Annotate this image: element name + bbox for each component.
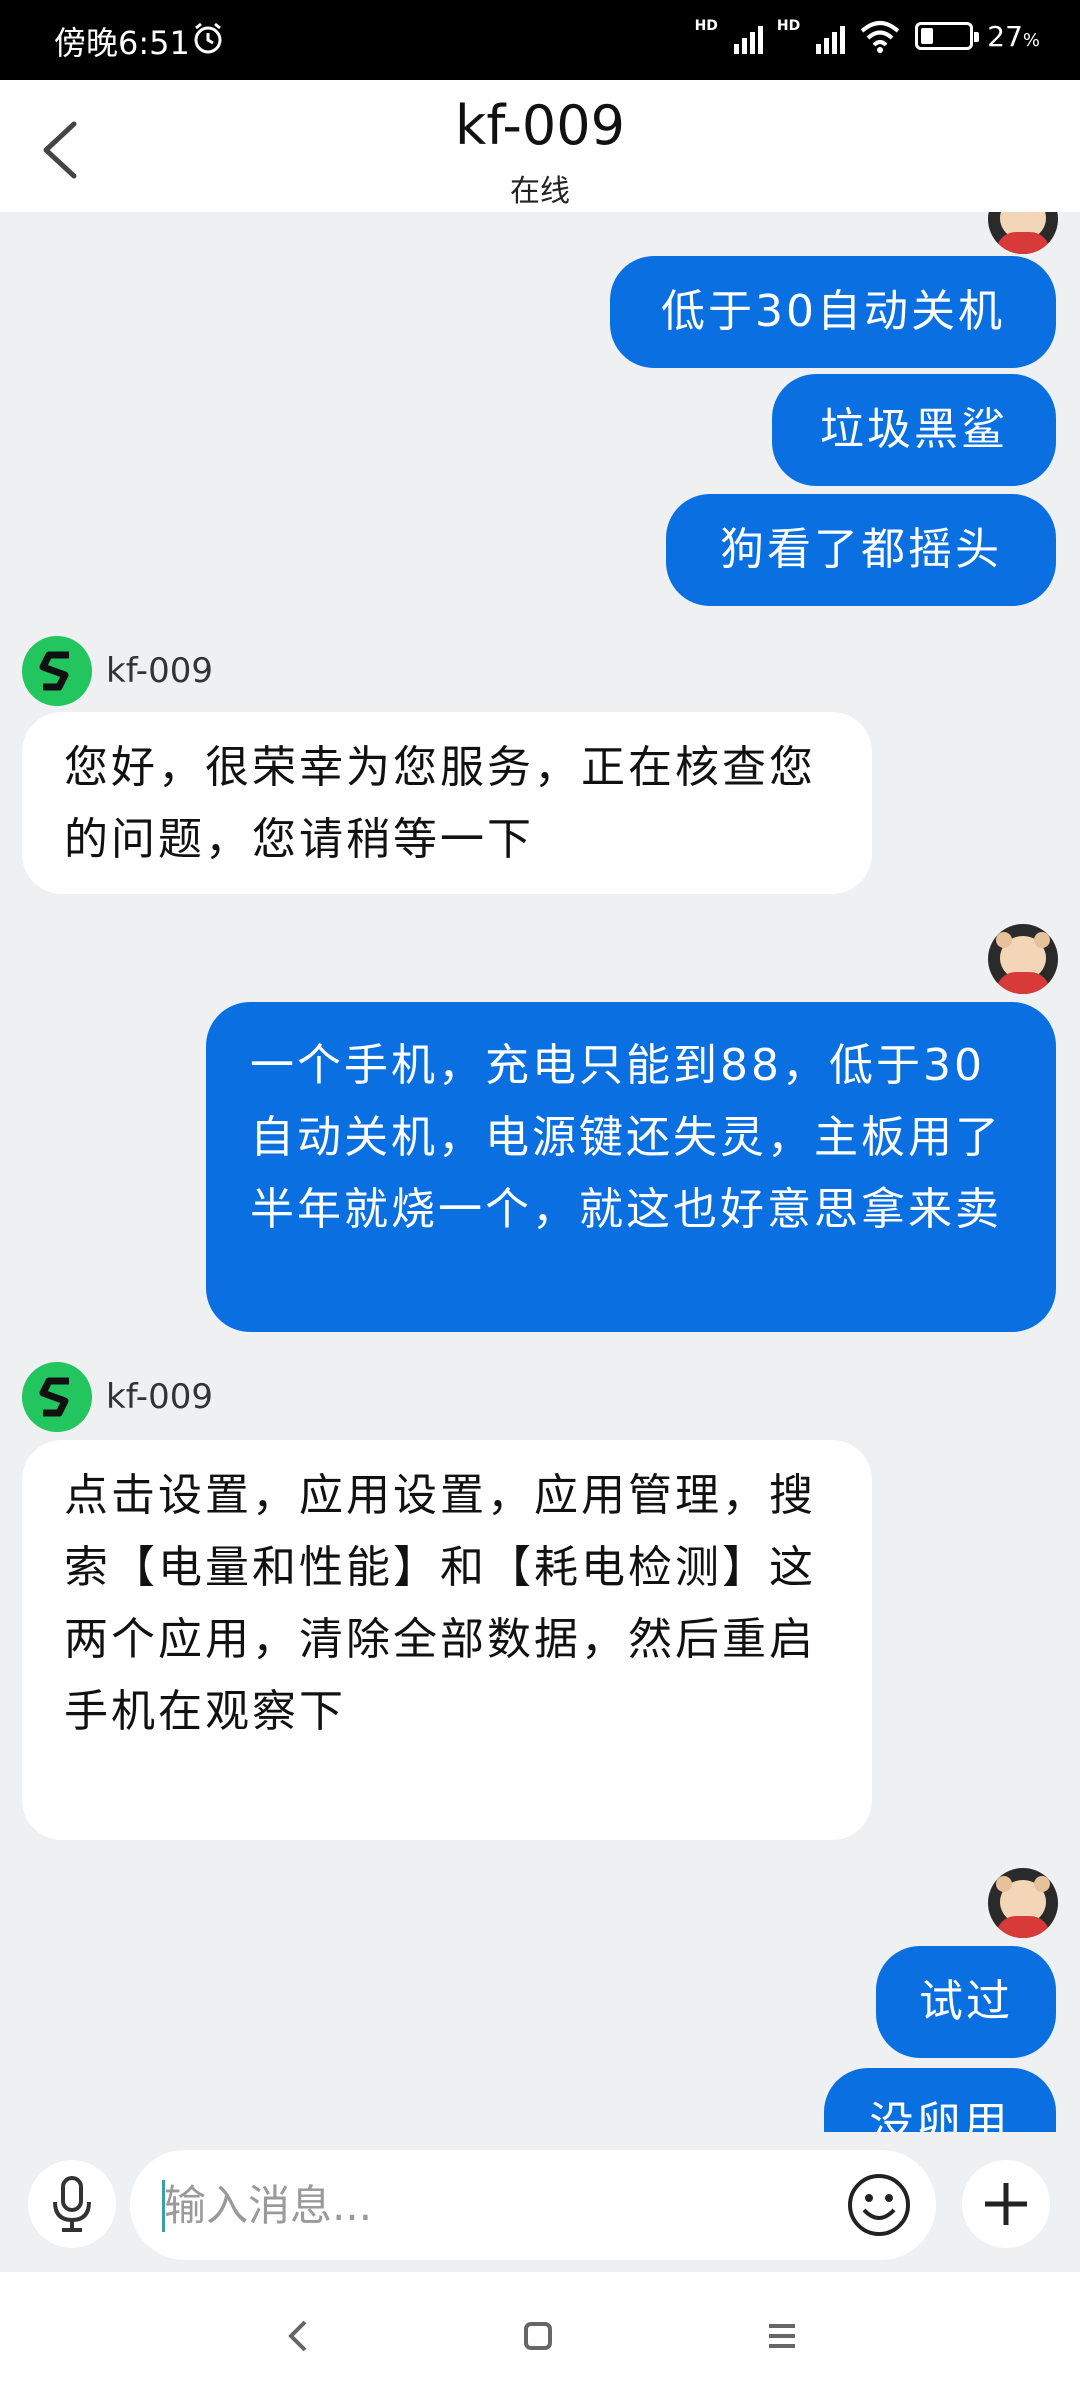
- nav-back-icon: [288, 2320, 307, 2352]
- nav-menu-icon: [769, 2324, 795, 2348]
- user-avatar[interactable]: [988, 1868, 1058, 1938]
- agent-header: kf-009: [22, 636, 213, 706]
- agent-logo-icon[interactable]: [22, 636, 92, 706]
- agent-logo-icon[interactable]: [22, 1362, 92, 1432]
- battery-level: 27%: [987, 19, 1040, 53]
- nav-home-icon: [524, 2322, 552, 2350]
- agent-header: kf-009: [22, 1362, 213, 1432]
- message-bubble-outgoing[interactable]: 一个手机，充电只能到88，低于30自动关机，电源键还失灵，主板用了半年就烧一个，…: [206, 1002, 1056, 1332]
- microphone-icon: [53, 2176, 91, 2232]
- status-time: 傍晚6:51: [54, 24, 190, 62]
- plus-icon: [985, 2183, 1027, 2225]
- message-bubble-outgoing[interactable]: 狗看了都摇头: [666, 494, 1056, 606]
- chat-header: kf-009 在线: [0, 80, 1080, 212]
- message-bubble-outgoing[interactable]: 垃圾黑鲨: [772, 374, 1056, 486]
- signal-icon-1: [733, 18, 763, 54]
- nav-back-button[interactable]: [268, 2306, 328, 2366]
- message-bubble-outgoing[interactable]: 没卵用: [824, 2068, 1056, 2132]
- message-bubble-outgoing[interactable]: 试过: [876, 1946, 1056, 2058]
- text-caret: [162, 2180, 165, 2232]
- user-avatar[interactable]: [988, 924, 1058, 994]
- signal-icon-2: [816, 18, 846, 54]
- voice-button[interactable]: [28, 2160, 116, 2248]
- agent-name: kf-009: [106, 651, 213, 691]
- input-bar: [0, 2132, 1080, 2272]
- page-title: kf-009: [455, 94, 625, 157]
- message-input[interactable]: [130, 2150, 936, 2260]
- message-bubble-incoming[interactable]: 您好，很荣幸为您服务，正在核查您的问题，您请稍等一下: [22, 712, 872, 894]
- alarm-icon: [194, 22, 222, 54]
- network-type-2: HD: [776, 18, 801, 34]
- emoji-icon[interactable]: [846, 2172, 912, 2238]
- wifi-icon: [860, 21, 900, 53]
- battery-icon: [915, 22, 980, 50]
- chat-list[interactable]: 低于30自动关机 垃圾黑鲨 狗看了都摇头 kf-009 您好，很荣幸为您服务，正…: [0, 212, 1080, 2132]
- status-right: HD HD 27%: [695, 18, 1040, 54]
- online-status: 在线: [510, 174, 570, 209]
- user-avatar[interactable]: [988, 212, 1058, 254]
- nav-menu-button[interactable]: [752, 2306, 812, 2366]
- message-bubble-outgoing[interactable]: 低于30自动关机: [610, 256, 1056, 368]
- plus-button[interactable]: [962, 2160, 1050, 2248]
- status-bar: 傍晚6:51 HD HD 27%: [0, 0, 1080, 80]
- network-type-1: HD: [694, 18, 718, 34]
- system-nav-bar: [0, 2272, 1080, 2400]
- battery-fill: [921, 28, 934, 44]
- nav-home-button[interactable]: [508, 2306, 568, 2366]
- message-bubble-incoming[interactable]: 点击设置，应用设置，应用管理，搜索【电量和性能】和【耗电检测】这两个应用，清除全…: [22, 1440, 872, 1840]
- agent-name: kf-009: [106, 1377, 213, 1417]
